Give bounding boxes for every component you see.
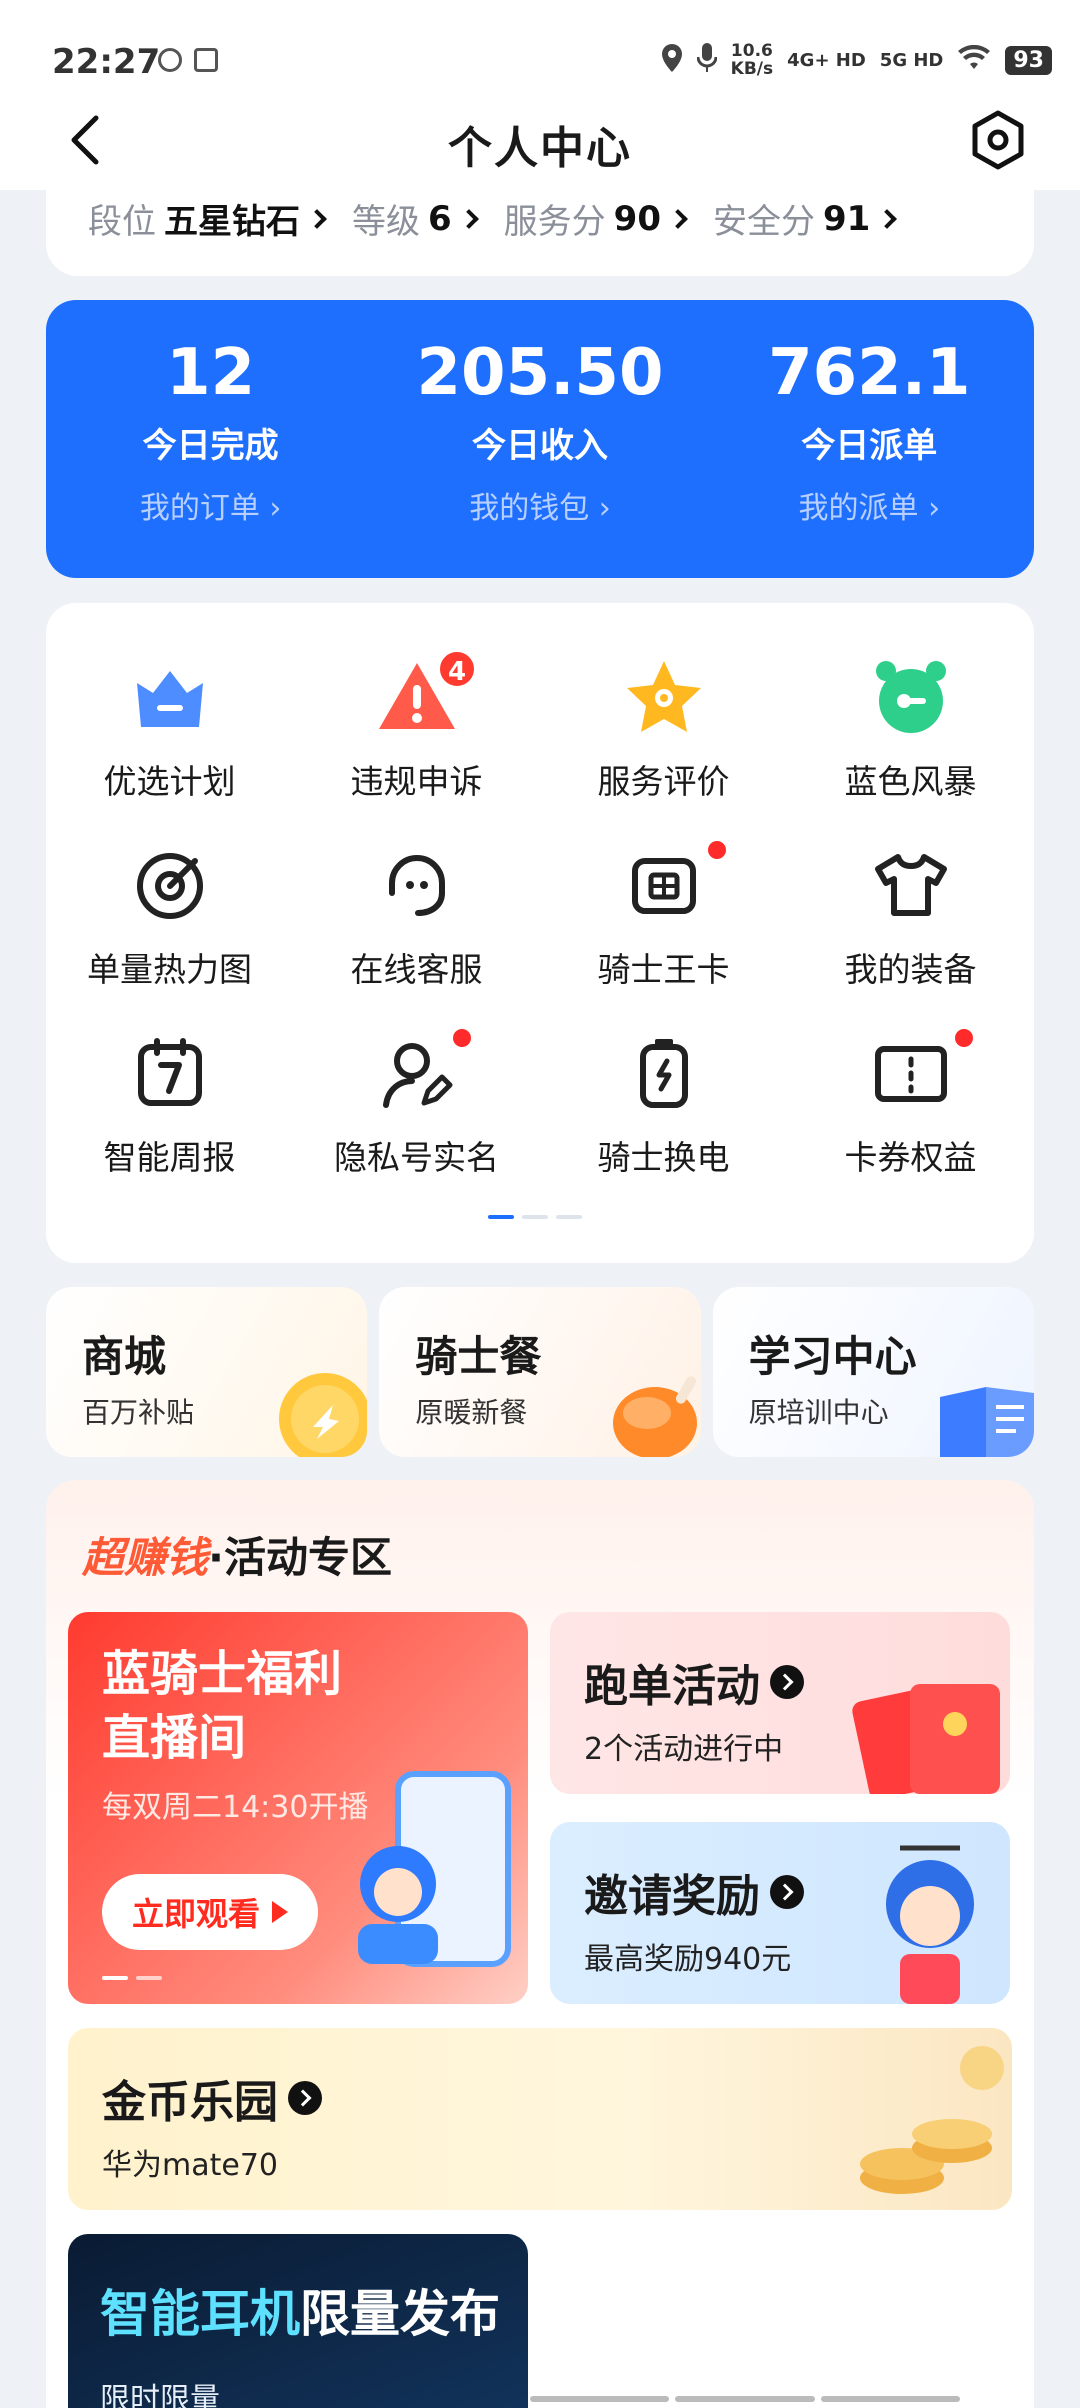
grid-item-battery-swap[interactable]: 骑士换电 [540, 1029, 787, 1179]
notification-dot [453, 1029, 471, 1047]
shortcut-mall[interactable]: 商城 百万补贴 [46, 1287, 368, 1457]
network-speed: 10.6 KB/s [730, 41, 774, 79]
grid-item-equipment[interactable]: 我的装备 [787, 841, 1034, 991]
chicken-leg-illustration [612, 1376, 697, 1457]
notification-dot [708, 841, 726, 859]
rank-safety-score[interactable]: 安全分 91 [713, 194, 898, 243]
activity-heading: 超赚钱·活动专区 [82, 1533, 392, 1582]
arrow-circle-icon [770, 1665, 804, 1699]
grid-item-appeal[interactable]: 4 违规申诉 [293, 649, 540, 803]
run-activity-tile[interactable]: 跑单活动 2个活动进行中 [550, 1612, 1010, 1794]
grid-item-coupons[interactable]: 卡券权益 [787, 1029, 1034, 1179]
grid-item-customer-service[interactable]: 在线客服 [293, 841, 540, 991]
rank-card: 段位 五星钻石 等级 6 服务分 90 安全分 91 [46, 170, 1034, 276]
coin-illustration [279, 1373, 368, 1457]
grid-item-heatmap[interactable]: 单量热力图 [46, 841, 293, 991]
rank-grade[interactable]: 等级 6 [352, 194, 479, 243]
my-dispatch-link[interactable]: 我的派单 › [705, 483, 1034, 527]
shortcut-row: 商城 百万补贴 骑士餐 原暖新餐 学习中心 原培训中心 [46, 1287, 1034, 1457]
live-stream-banner[interactable]: 蓝骑士福利直播间 每双周二14:30开播 立即观看 [68, 1612, 528, 2004]
shortcut-learning[interactable]: 学习中心 原培训中心 [712, 1287, 1034, 1457]
notification-dot [955, 1029, 973, 1047]
grid-item-preferred-plan[interactable]: 优选计划 [46, 653, 293, 803]
grid-item-privacy-name[interactable]: 隐私号实名 [293, 1029, 540, 1179]
grid-pager [488, 1215, 582, 1219]
mic-icon [696, 42, 718, 78]
signal-1: 4G+ HD [787, 49, 866, 71]
alarm-clock-icon [875, 661, 946, 733]
phone-mascot-illustration [358, 1771, 511, 1967]
signal-2: 5G HD [879, 49, 944, 71]
rank-level[interactable]: 段位 五星钻石 [88, 194, 327, 243]
tshirt-icon [874, 854, 947, 916]
stat-income[interactable]: 205.50 今日收入 我的钱包 › [375, 300, 704, 578]
wifi-icon [957, 44, 991, 76]
earphone-ad-banner[interactable]: 智能耳机限量发布 限时限量 [68, 2234, 528, 2408]
star-icon [626, 661, 701, 732]
feature-grid-card: 优选计划 4 违规申诉 服务评价 蓝色风暴 单量热力图 在线客服 骑士王卡 我的… [46, 603, 1034, 1263]
location-icon [661, 43, 683, 77]
watch-now-button[interactable]: 立即观看 [102, 1874, 319, 1950]
red-envelope-illustration [852, 1684, 1000, 1794]
banner-indicator [102, 1976, 162, 1980]
vpn-icon [158, 48, 182, 72]
coin-stack-illustration [860, 2046, 1004, 2194]
calendar-icon [137, 1038, 202, 1106]
battery-level: 93 [1005, 45, 1052, 75]
appeal-badge: 4 [437, 649, 477, 689]
shortcut-meal[interactable]: 骑士餐 原暖新餐 [379, 1287, 701, 1457]
user-edit-icon [382, 1043, 452, 1108]
rank-service-score[interactable]: 服务分 90 [504, 194, 688, 243]
coupon-icon [874, 1046, 947, 1102]
grid-item-weekly-report[interactable]: 智能周报 [46, 1029, 293, 1179]
coin-park-banner[interactable]: 金币乐园 华为mate70 [68, 2028, 1012, 2210]
today-stats: 12 今日完成 我的订单 › 205.50 今日收入 我的钱包 › 762.1 … [46, 300, 1034, 578]
chevron-right-icon [458, 208, 479, 229]
status-time: 22:27 [52, 42, 161, 82]
book-illustration [939, 1387, 1034, 1457]
grid-item-blue-storm[interactable]: 蓝色风暴 [787, 653, 1034, 803]
invite-reward-tile[interactable]: 邀请奖励 最高奖励940元 [550, 1822, 1010, 2004]
battery-icon [639, 1039, 688, 1108]
crown-icon [136, 671, 203, 727]
grid-item-service-rating[interactable]: 服务评价 [540, 653, 787, 803]
arrow-circle-icon [770, 1875, 804, 1909]
chevron-right-icon [668, 208, 688, 229]
headset-icon [388, 855, 445, 916]
my-orders-link[interactable]: 我的订单 › [46, 483, 375, 527]
settings-icon[interactable] [966, 108, 1030, 172]
my-wallet-link[interactable]: 我的钱包 › [375, 483, 704, 527]
sim-card-icon [631, 858, 696, 914]
activity-zone: 超赚钱·活动专区 蓝骑士福利直播间 每双周二14:30开播 立即观看 跑单活动 … [46, 1480, 1034, 2408]
home-indicator [530, 2396, 960, 2402]
grid-item-knight-card[interactable]: 骑士王卡 [540, 841, 787, 991]
play-icon [272, 1901, 289, 1923]
stat-completed[interactable]: 12 今日完成 我的订单 › [46, 300, 375, 578]
chevron-right-icon [877, 208, 898, 229]
stat-dispatch[interactable]: 762.1 今日派单 我的派单 › [705, 300, 1034, 578]
mascot-gift-illustration [886, 1845, 974, 2004]
notification-icon [194, 48, 218, 72]
chevron-right-icon [307, 208, 327, 229]
target-icon [136, 853, 203, 919]
arrow-circle-icon [288, 2081, 322, 2115]
page-title: 个人中心 [448, 123, 632, 174]
